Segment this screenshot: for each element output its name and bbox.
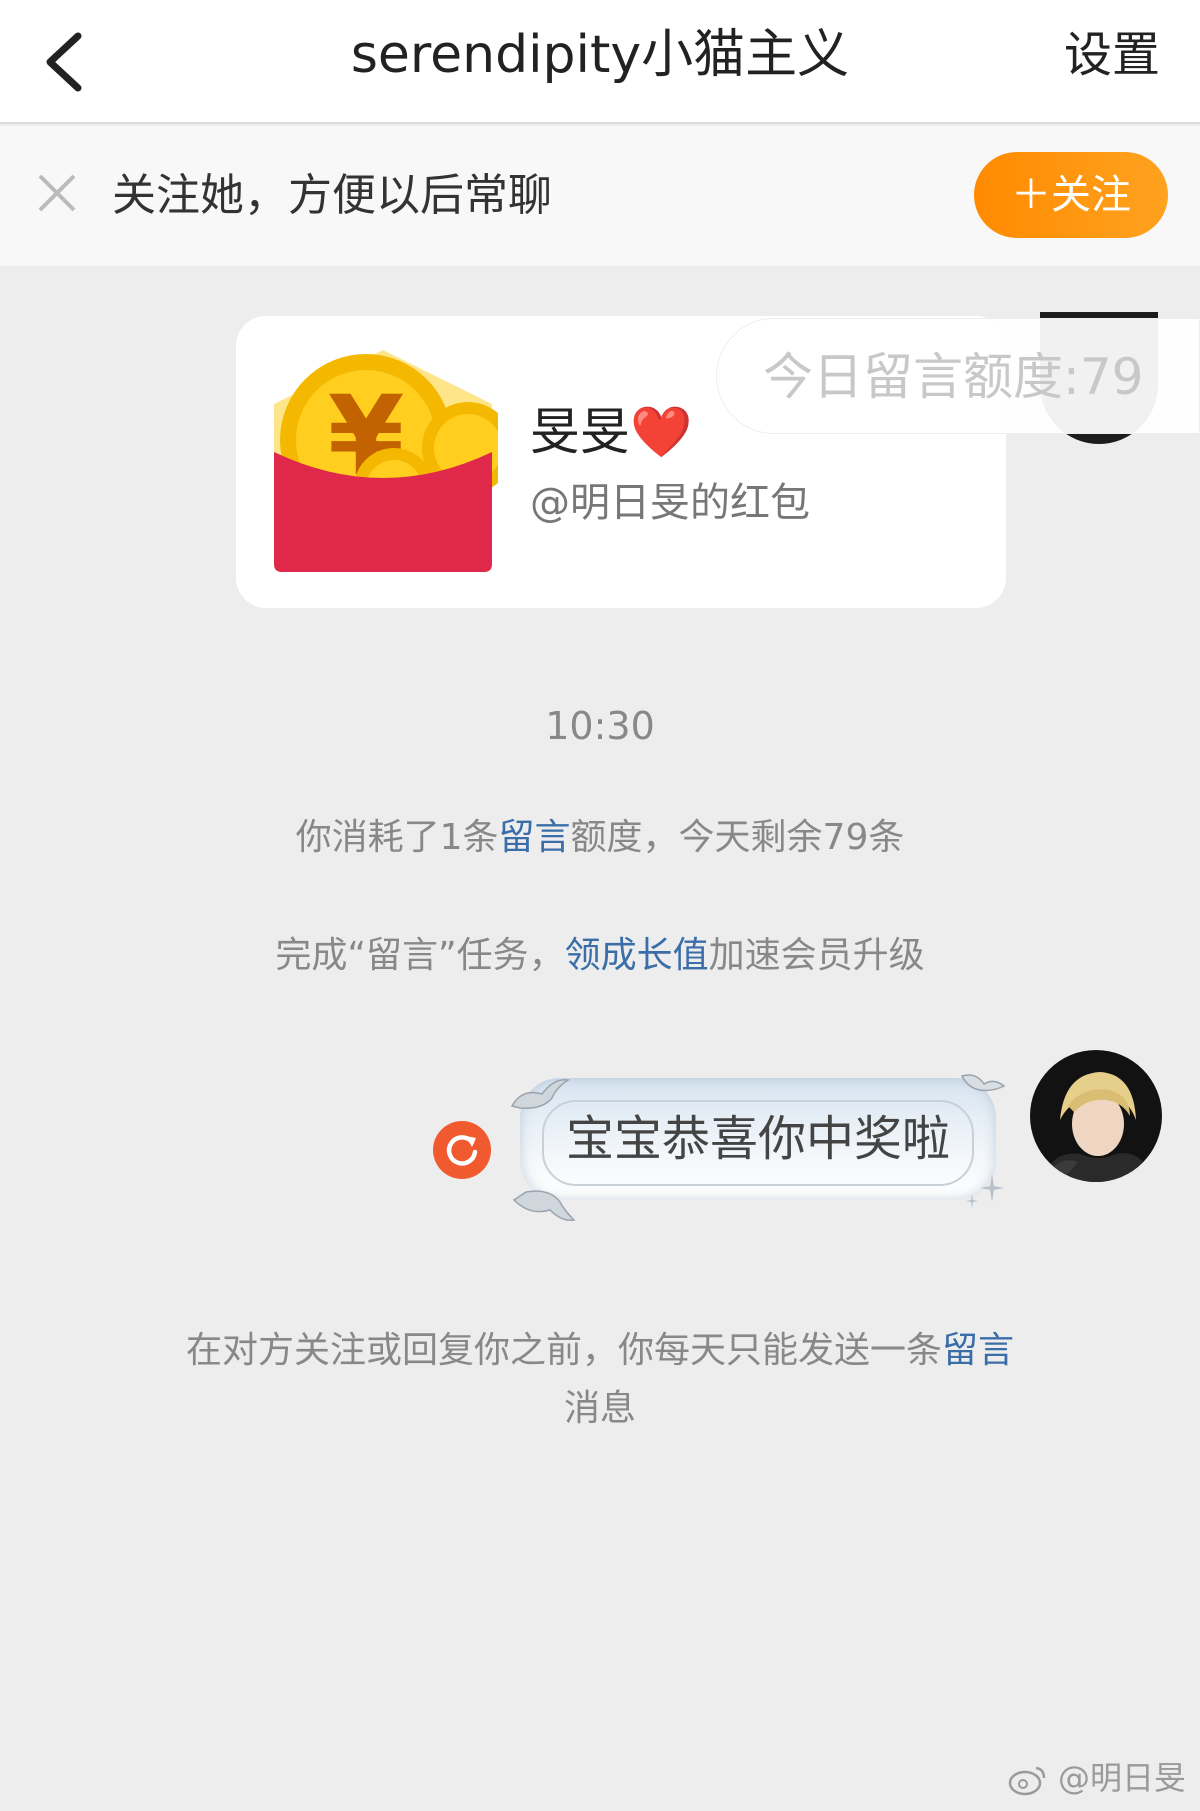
growth-value-link[interactable]: 领成长值 — [565, 935, 709, 976]
notice-text: 在对方关注或回复你之前，你每天只能发送一条 — [185, 1330, 942, 1371]
notice-text: 你消耗了1条 — [295, 817, 499, 858]
bubble-frame: 宝宝恭喜你中奖啦 — [520, 1078, 996, 1200]
notice-text: 额度，今天剩余79条 — [570, 817, 905, 858]
red-packet-title: 旻旻❤️ — [530, 403, 693, 461]
message-link[interactable]: 留言 — [499, 817, 571, 858]
notice-text: 消息 — [563, 1388, 636, 1429]
watermark-text: @明日旻 — [1057, 1759, 1186, 1797]
watermark: @明日旻 — [1008, 1753, 1186, 1799]
message-limit-notice: 在对方关注或回复你之前，你每天只能发送一条留言消息 — [170, 1322, 1030, 1438]
quota-consumed-notice: 你消耗了1条留言额度，今天剩余79条 — [0, 808, 1200, 860]
red-packet-icon: ¥ — [268, 344, 514, 576]
resend-icon[interactable] — [432, 1120, 492, 1180]
message-text: 宝宝恭喜你中奖啦 — [565, 1111, 950, 1167]
dove-decoration-icon — [960, 1074, 1006, 1092]
dove-decoration-icon — [512, 1190, 576, 1222]
settings-button[interactable]: 设置 — [1064, 0, 1160, 124]
dove-decoration-icon — [510, 1079, 571, 1110]
back-arrow-icon[interactable] — [36, 22, 96, 102]
red-packet-sender: @明日旻的红包 — [530, 480, 810, 526]
message-bubble[interactable]: 宝宝恭喜你中奖啦 — [502, 1058, 1012, 1228]
notice-text: 加速会员升级 — [708, 935, 925, 976]
top-nav-bar: serendipity小猫主义 设置 — [0, 0, 1200, 124]
page-title: serendipity小猫主义 — [350, 25, 850, 85]
follow-button[interactable]: ＋关注 — [974, 152, 1168, 238]
weibo-logo-icon — [1008, 1766, 1046, 1796]
message-link[interactable]: 留言 — [942, 1330, 1014, 1371]
notice-text: 完成“留言”任务， — [275, 935, 565, 976]
daily-quota-badge: 今日留言额度:79 — [716, 318, 1200, 434]
message-timestamp: 10:30 — [545, 704, 655, 748]
sparkle-icon — [966, 1174, 1004, 1208]
follow-suggestion-text: 关注她，方便以后常聊 — [112, 170, 552, 221]
avatar[interactable] — [1030, 1050, 1162, 1182]
close-icon[interactable] — [34, 170, 80, 216]
task-notice: 完成“留言”任务，领成长值加速会员升级 — [0, 926, 1200, 978]
follow-suggestion-bar: 关注她，方便以后常聊 ＋关注 — [0, 126, 1200, 266]
